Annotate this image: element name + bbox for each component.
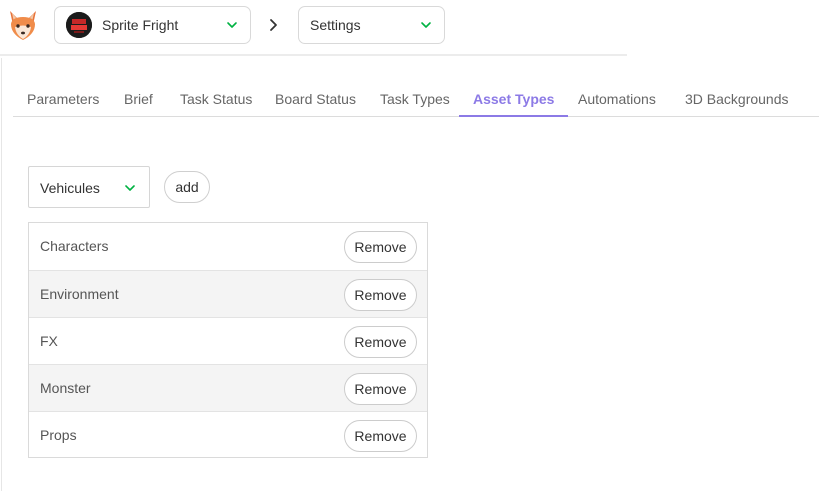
tab-task-status[interactable]: Task Status bbox=[180, 80, 252, 117]
chevron-right-icon bbox=[270, 19, 277, 31]
top-bar: Sprite Fright Settings bbox=[0, 0, 627, 56]
asset-type-name: Monster bbox=[40, 380, 91, 396]
list-item: Characters Remove bbox=[29, 223, 427, 270]
tab-asset-types[interactable]: Asset Types bbox=[459, 80, 569, 117]
content-left-border bbox=[1, 58, 2, 491]
settings-tabs: Parameters Brief Task Status Board Statu… bbox=[13, 80, 819, 117]
section-name: Settings bbox=[310, 17, 361, 33]
tab-3d-backgrounds[interactable]: 3D Backgrounds bbox=[685, 80, 789, 117]
remove-button[interactable]: Remove bbox=[344, 373, 417, 405]
remove-button[interactable]: Remove bbox=[344, 279, 417, 311]
asset-type-name: Environment bbox=[40, 286, 119, 302]
chevron-down-icon bbox=[421, 22, 431, 28]
asset-type-list: Characters Remove Environment Remove FX … bbox=[28, 222, 428, 458]
tab-parameters[interactable]: Parameters bbox=[27, 80, 99, 117]
list-item: FX Remove bbox=[29, 317, 427, 364]
kitsu-fox-logo[interactable] bbox=[6, 8, 40, 42]
chevron-down-icon bbox=[125, 185, 135, 191]
asset-type-name: Characters bbox=[40, 238, 109, 254]
tab-automations[interactable]: Automations bbox=[578, 80, 656, 117]
asset-type-select-value: Vehicules bbox=[40, 180, 100, 196]
chevron-down-icon bbox=[227, 22, 237, 28]
asset-type-select[interactable]: Vehicules bbox=[28, 166, 150, 208]
asset-type-name: FX bbox=[40, 333, 58, 349]
add-asset-type-button[interactable]: add bbox=[164, 171, 210, 203]
list-item: Environment Remove bbox=[29, 270, 427, 317]
remove-button[interactable]: Remove bbox=[344, 420, 417, 452]
asset-type-name: Props bbox=[40, 427, 77, 443]
tab-task-types[interactable]: Task Types bbox=[380, 80, 450, 117]
production-thumbnail bbox=[66, 12, 92, 38]
production-dropdown[interactable]: Sprite Fright bbox=[54, 6, 251, 44]
production-name: Sprite Fright bbox=[102, 17, 179, 33]
list-item: Monster Remove bbox=[29, 364, 427, 411]
remove-button[interactable]: Remove bbox=[344, 231, 417, 263]
tab-board-status[interactable]: Board Status bbox=[275, 80, 356, 117]
section-dropdown[interactable]: Settings bbox=[298, 6, 445, 44]
remove-button[interactable]: Remove bbox=[344, 326, 417, 358]
tab-brief[interactable]: Brief bbox=[124, 80, 153, 117]
list-item: Props Remove bbox=[29, 411, 427, 458]
